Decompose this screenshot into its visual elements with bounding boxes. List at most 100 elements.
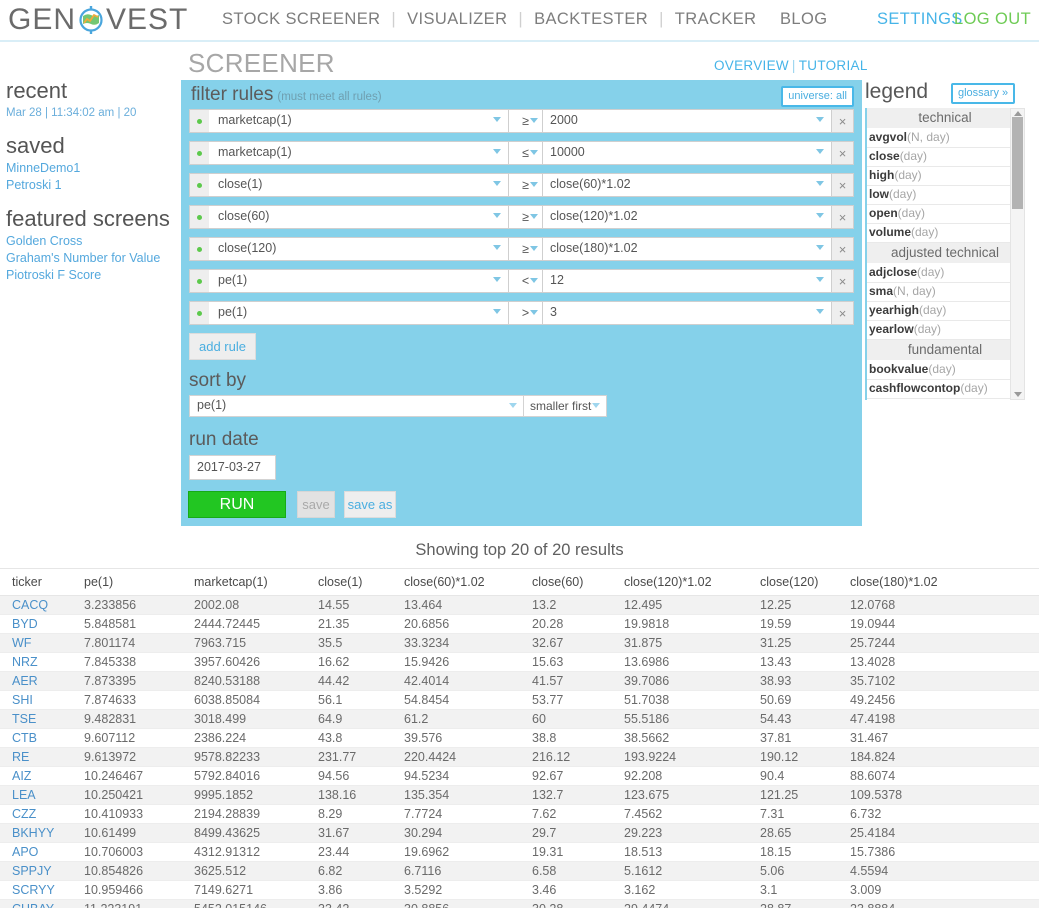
legend-item[interactable]: currentassets(day): [867, 399, 1023, 400]
legend-item[interactable]: volume(day): [867, 224, 1023, 243]
nav-item-blog[interactable]: BLOG: [780, 10, 827, 29]
legend-item[interactable]: sma(N, day): [867, 283, 1023, 302]
overview-link[interactable]: OVERVIEW: [714, 58, 789, 73]
ticker-link[interactable]: NRZ: [12, 655, 38, 669]
ticker-cell[interactable]: CACQ: [0, 595, 84, 615]
ticker-cell[interactable]: NRZ: [0, 652, 84, 672]
ticker-cell[interactable]: CZZ: [0, 804, 84, 824]
ticker-link[interactable]: WF: [12, 636, 31, 650]
ticker-link[interactable]: AIZ: [12, 769, 31, 783]
universe-badge[interactable]: universe: all: [781, 86, 854, 107]
ticker-cell[interactable]: APO: [0, 842, 84, 862]
legend-item[interactable]: adjclose(day): [867, 264, 1023, 283]
ticker-cell[interactable]: SHI: [0, 690, 84, 710]
rule-operator-select[interactable]: <: [509, 269, 543, 293]
rule-operator-select[interactable]: >: [509, 301, 543, 325]
ticker-cell[interactable]: LEA: [0, 785, 84, 805]
ticker-link[interactable]: TSE: [12, 712, 36, 726]
ticker-link[interactable]: BYD: [12, 617, 38, 631]
rule-value-input[interactable]: 2000: [543, 109, 832, 133]
nav-item-backtester[interactable]: BACKTESTER: [523, 10, 659, 29]
rule-operator-select[interactable]: ≥: [509, 237, 543, 261]
rule-field-select[interactable]: close(1): [209, 173, 509, 197]
ticker-cell[interactable]: CHBAY: [0, 899, 84, 908]
column-header[interactable]: close(180)*1.02: [850, 568, 1039, 596]
remove-rule-button[interactable]: ×: [832, 205, 854, 229]
column-header[interactable]: ticker: [0, 568, 84, 596]
rule-field-select[interactable]: pe(1): [209, 269, 509, 293]
ticker-cell[interactable]: SCRYY: [0, 880, 84, 900]
column-header[interactable]: close(60): [532, 568, 624, 596]
ticker-cell[interactable]: AER: [0, 671, 84, 691]
column-header[interactable]: close(120)*1.02: [624, 568, 760, 596]
rule-field-select[interactable]: marketcap(1): [209, 109, 509, 133]
saved-screen-petroski-1[interactable]: Petroski 1: [6, 177, 181, 194]
legend-item[interactable]: close(day): [867, 148, 1023, 167]
ticker-link[interactable]: AER: [12, 674, 38, 688]
scrollbar-thumb[interactable]: [1012, 117, 1023, 209]
column-header[interactable]: close(60)*1.02: [404, 568, 532, 596]
legend-item[interactable]: open(day): [867, 205, 1023, 224]
nav-item-stock-screener[interactable]: STOCK SCREENER: [222, 10, 391, 29]
legend-item[interactable]: cashflowcontop(day): [867, 380, 1023, 399]
sort-by-order-select[interactable]: smaller first: [524, 395, 607, 417]
remove-rule-button[interactable]: ×: [832, 269, 854, 293]
rule-operator-select[interactable]: ≥: [509, 173, 543, 197]
rule-operator-select[interactable]: ≤: [509, 141, 543, 165]
rule-value-input[interactable]: 12: [543, 269, 832, 293]
legend-item[interactable]: low(day): [867, 186, 1023, 205]
remove-rule-button[interactable]: ×: [832, 109, 854, 133]
glossary-button[interactable]: glossary »: [951, 83, 1016, 104]
featured-screen-piotroski-f-score[interactable]: Piotroski F Score: [6, 267, 181, 284]
rule-operator-select[interactable]: ≥: [509, 205, 543, 229]
rule-value-input[interactable]: 3: [543, 301, 832, 325]
featured-screen-golden-cross[interactable]: Golden Cross: [6, 233, 181, 250]
rule-field-select[interactable]: close(120): [209, 237, 509, 261]
save-as-button[interactable]: save as: [344, 491, 396, 518]
nav-item-settings[interactable]: SETTINGS: [877, 10, 963, 29]
rule-value-input[interactable]: close(120)*1.02: [543, 205, 832, 229]
saved-screen-minnedemo1[interactable]: MinneDemo1: [6, 160, 181, 177]
ticker-link[interactable]: SPPJY: [12, 864, 52, 878]
nav-item-visualizer[interactable]: VISUALIZER: [396, 10, 518, 29]
scroll-up-arrow-icon[interactable]: [1014, 111, 1022, 116]
remove-rule-button[interactable]: ×: [832, 141, 854, 165]
column-header[interactable]: pe(1): [84, 568, 194, 596]
rule-value-input[interactable]: 10000: [543, 141, 832, 165]
column-header[interactable]: marketcap(1): [194, 568, 318, 596]
legend-item[interactable]: yearlow(day): [867, 321, 1023, 340]
legend-item[interactable]: bookvalue(day): [867, 361, 1023, 380]
ticker-link[interactable]: CZZ: [12, 807, 36, 821]
ticker-link[interactable]: SHI: [12, 693, 33, 707]
nav-item-logout[interactable]: LOG OUT: [954, 10, 1031, 29]
ticker-link[interactable]: APO: [12, 845, 38, 859]
rule-operator-select[interactable]: ≥: [509, 109, 543, 133]
brand-logo[interactable]: GEN VEST: [8, 3, 188, 37]
rule-value-input[interactable]: close(180)*1.02: [543, 237, 832, 261]
ticker-cell[interactable]: SPPJY: [0, 861, 84, 881]
legend-scrollbar[interactable]: [1010, 108, 1025, 400]
rule-field-select[interactable]: close(60): [209, 205, 509, 229]
run-button[interactable]: RUN: [188, 491, 286, 518]
run-date-input[interactable]: 2017-03-27: [189, 455, 276, 480]
legend-item[interactable]: avgvol(N, day): [867, 129, 1023, 148]
ticker-link[interactable]: CHBAY: [12, 902, 54, 908]
remove-rule-button[interactable]: ×: [832, 173, 854, 197]
rule-value-input[interactable]: close(60)*1.02: [543, 173, 832, 197]
ticker-cell[interactable]: AIZ: [0, 766, 84, 786]
ticker-cell[interactable]: RE: [0, 747, 84, 767]
legend-item[interactable]: yearhigh(day): [867, 302, 1023, 321]
nav-item-tracker[interactable]: TRACKER: [664, 10, 768, 29]
ticker-link[interactable]: RE: [12, 750, 29, 764]
ticker-cell[interactable]: TSE: [0, 709, 84, 729]
legend-item[interactable]: high(day): [867, 167, 1023, 186]
sort-by-field-select[interactable]: pe(1): [189, 395, 524, 417]
ticker-link[interactable]: LEA: [12, 788, 36, 802]
ticker-link[interactable]: CACQ: [12, 598, 48, 612]
ticker-link[interactable]: CTB: [12, 731, 37, 745]
remove-rule-button[interactable]: ×: [832, 301, 854, 325]
remove-rule-button[interactable]: ×: [832, 237, 854, 261]
ticker-cell[interactable]: WF: [0, 633, 84, 653]
column-header[interactable]: close(1): [318, 568, 404, 596]
ticker-link[interactable]: BKHYY: [12, 826, 54, 840]
